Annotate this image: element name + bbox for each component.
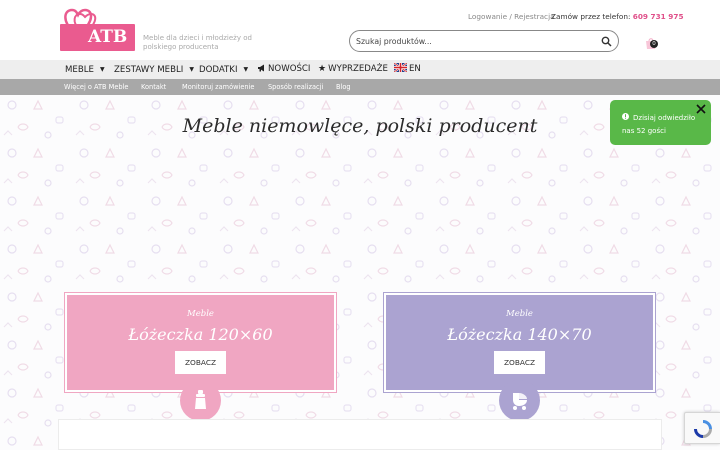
phone-number[interactable]: 609 731 975	[633, 12, 684, 21]
nav-label: WYPRZEDAŻE	[328, 64, 388, 74]
nav-label: DODATKI	[199, 65, 238, 75]
search-icon[interactable]	[601, 36, 612, 47]
subnav-item-contact[interactable]: Kontakt	[141, 79, 166, 95]
see-more-button[interactable]: ZOBACZ	[175, 351, 226, 374]
atb-logo[interactable]: ATB	[60, 8, 136, 52]
see-more-button[interactable]: ZOBACZ	[494, 351, 545, 374]
promo-card-cribs-120x60[interactable]: Meble Łóżeczka 120×60 ZOBACZ	[64, 292, 337, 393]
secondary-navigation: Więcej o ATB Meble Kontakt Monitoruj zam…	[0, 79, 720, 95]
nav-item-language-en[interactable]: EN	[393, 60, 421, 79]
hero-section: Meble niemowlęce, polski producent Meble…	[0, 95, 720, 450]
caret-down-icon: ▼	[189, 66, 194, 73]
nav-item-dodatki[interactable]: DODATKI ▼	[199, 60, 248, 79]
close-icon[interactable]	[695, 103, 707, 115]
promo-panel: Meble Łóżeczka 140×70 ZOBACZ	[386, 295, 653, 390]
promo-icon-circle	[499, 380, 540, 421]
nav-label: ZESTAWY MEBLI	[114, 65, 184, 75]
search-box	[349, 30, 619, 52]
subnav-item-delivery[interactable]: Sposób realizacji	[268, 79, 323, 95]
nav-item-zestawy-mebli[interactable]: ZESTAWY MEBLI ▼	[114, 60, 194, 79]
nav-label: EN	[409, 64, 421, 74]
recaptcha-badge[interactable]	[684, 412, 720, 444]
baby-bottle-icon	[195, 390, 206, 409]
content-panel	[58, 419, 662, 450]
nav-label: MEBLE	[65, 65, 94, 75]
visitors-notification: Dzisiaj odwiedziło nas 52 gości	[610, 100, 711, 145]
subnav-item-about[interactable]: Więcej o ATB Meble	[64, 79, 128, 95]
promo-panel: Meble Łóżeczka 120×60 ZOBACZ	[67, 295, 334, 390]
recaptcha-icon	[694, 420, 712, 438]
promo-icon-circle	[180, 380, 221, 421]
megaphone-icon	[258, 64, 264, 72]
nav-item-nowosci[interactable]: NOWOŚCI	[257, 60, 310, 79]
caret-down-icon: ▼	[99, 66, 105, 73]
site-tagline: Meble dla dzieci i młodzieży od polskieg…	[143, 34, 252, 51]
site-header: ATB Meble dla dzieci i młodzieży od pols…	[0, 0, 720, 60]
login-register-link[interactable]: Logowanie / Rejestracja	[468, 12, 555, 21]
stroller-icon	[513, 393, 527, 410]
uk-flag-icon	[393, 62, 408, 73]
cart-count-badge: 0	[650, 40, 658, 48]
subnav-item-track-order[interactable]: Monitoruj zamówienie	[182, 79, 254, 95]
promo-title: Łóżeczka 120×60	[128, 325, 273, 344]
notification-text: Dzisiaj odwiedziło nas 52 gości	[622, 114, 696, 135]
promo-subtitle: Meble	[506, 309, 533, 319]
search-input[interactable]	[356, 34, 594, 48]
phone-contact: Zamów przez telefon: 609 731 975	[551, 12, 684, 21]
nav-item-wyprzedaze[interactable]: ★ WYPRZEDAŻE	[318, 60, 388, 79]
promo-title: Łóżeczka 140×70	[447, 325, 592, 344]
main-navigation: MEBLE ▼ ZESTAWY MEBLI ▼ DODATKI ▼ NOWOŚCI ★…	[0, 60, 720, 79]
phone-label: Zamów przez telefon:	[551, 12, 631, 21]
promo-card-cribs-140x70[interactable]: Meble Łóżeczka 140×70 ZOBACZ	[383, 292, 656, 393]
logo-text: ATB	[60, 24, 135, 51]
star-icon: ★	[318, 64, 327, 74]
promo-subtitle: Meble	[187, 309, 214, 319]
caret-down-icon: ▼	[243, 66, 249, 73]
subnav-item-blog[interactable]: Blog	[336, 79, 351, 95]
nav-item-meble[interactable]: MEBLE ▼	[65, 60, 105, 79]
baby-pattern-background	[0, 95, 720, 450]
nav-label: NOWOŚCI	[268, 64, 311, 74]
